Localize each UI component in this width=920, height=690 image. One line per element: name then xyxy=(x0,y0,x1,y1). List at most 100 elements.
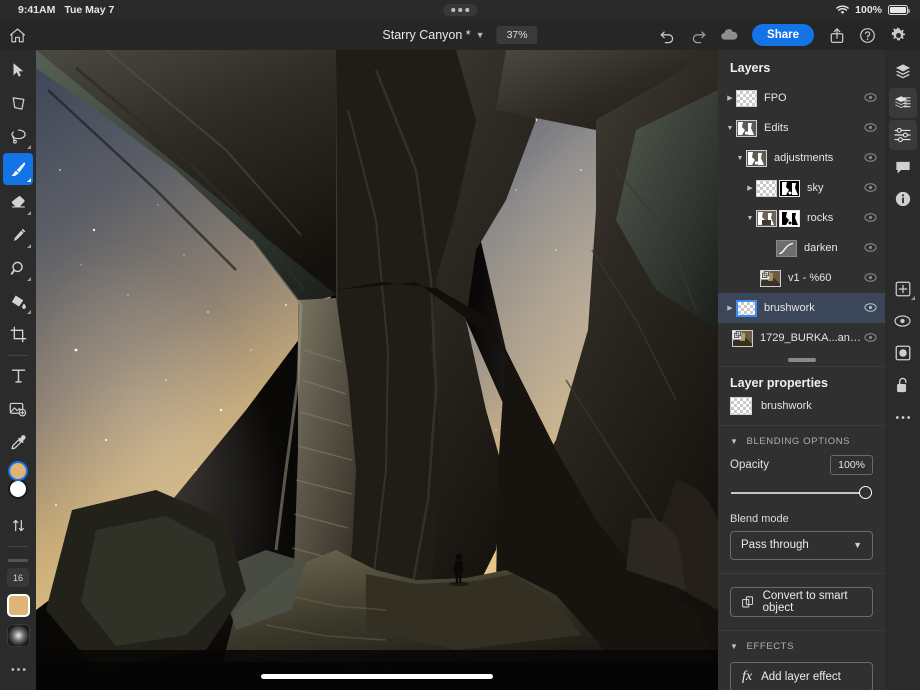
background-color-swatch[interactable] xyxy=(8,479,28,499)
eyedropper-tool[interactable] xyxy=(3,426,33,458)
blending-options-header[interactable]: ▼ BLENDING OPTIONS xyxy=(718,426,885,455)
effects-header[interactable]: ▼ EFFECTS xyxy=(718,631,885,660)
document-title-group[interactable]: Starry Canyon * ▼ 37% xyxy=(382,26,537,44)
place-image-tool[interactable] xyxy=(3,393,33,425)
layer-mask-thumbnail[interactable] xyxy=(779,210,800,227)
disclosure-triangle-icon[interactable]: ▶ xyxy=(724,94,736,102)
opacity-value-field[interactable]: 100% xyxy=(830,455,873,475)
layer-thumbnail[interactable] xyxy=(756,180,777,197)
disclosure-triangle-icon[interactable]: ▼ xyxy=(724,125,736,132)
redo-button[interactable] xyxy=(685,22,712,49)
eye-icon[interactable] xyxy=(864,149,877,167)
layer-thumbnails[interactable] xyxy=(760,270,781,287)
slider-knob[interactable] xyxy=(859,486,872,499)
eraser-tool[interactable] xyxy=(3,186,33,218)
layer-thumbnails[interactable] xyxy=(756,180,800,197)
layer-row[interactable]: ▼ adjustments xyxy=(718,143,885,173)
layer-row[interactable]: ▶ sky xyxy=(718,173,885,203)
eye-icon[interactable] xyxy=(864,269,877,287)
convert-to-smart-object-button[interactable]: Convert to smart object xyxy=(730,587,873,617)
color-swatches[interactable] xyxy=(3,461,33,509)
layer-row[interactable]: v1 - %60 xyxy=(718,263,885,293)
home-indicator[interactable] xyxy=(261,674,493,679)
help-button[interactable] xyxy=(854,22,881,49)
layer-mask-thumbnail[interactable] xyxy=(779,180,800,197)
export-button[interactable] xyxy=(823,22,850,49)
toggle-visibility-button[interactable] xyxy=(889,306,917,336)
zoom-tool[interactable] xyxy=(3,252,33,284)
panel-drag-handle[interactable] xyxy=(788,358,816,362)
multitask-indicator[interactable] xyxy=(443,4,477,16)
opacity-slider[interactable] xyxy=(731,486,872,500)
layer-thumbnail[interactable] xyxy=(746,150,767,167)
eye-icon[interactable] xyxy=(864,179,877,197)
layer-thumbnail[interactable] xyxy=(736,90,757,107)
eye-icon[interactable] xyxy=(864,119,877,137)
swap-colors-button[interactable] xyxy=(3,509,33,541)
smart-object-thumbnail[interactable] xyxy=(732,330,753,347)
crop-tool[interactable] xyxy=(3,318,33,350)
image-canvas[interactable] xyxy=(36,50,718,690)
more-options-button[interactable] xyxy=(889,402,917,432)
home-button[interactable] xyxy=(0,20,34,50)
layer-row[interactable]: darken xyxy=(718,233,885,263)
layer-thumbnails[interactable] xyxy=(746,150,767,167)
foreground-color-swatch[interactable] xyxy=(8,461,28,481)
layer-row[interactable]: 1729_BURKA...anced-NR33 xyxy=(718,323,885,353)
layer-thumbnails[interactable] xyxy=(736,90,757,107)
layer-thumbnails[interactable] xyxy=(736,120,757,137)
move-tool[interactable] xyxy=(3,54,33,86)
adjustment-curve-thumbnail[interactable] xyxy=(776,240,797,257)
smart-object-thumbnail[interactable] xyxy=(760,270,781,287)
tool-more-options[interactable] xyxy=(3,653,33,685)
brush-size-slider[interactable] xyxy=(8,559,28,562)
eye-icon[interactable] xyxy=(864,239,877,257)
healing-brush-tool[interactable] xyxy=(3,219,33,251)
disclosure-triangle-icon[interactable]: ▼ xyxy=(744,215,756,222)
comments-button[interactable] xyxy=(889,152,917,182)
properties-panel-button[interactable] xyxy=(889,120,917,150)
eye-icon[interactable] xyxy=(864,299,877,317)
layer-row-selected[interactable]: ▶ brushwork xyxy=(718,293,885,323)
add-layer-button[interactable] xyxy=(889,274,917,304)
transform-tool[interactable] xyxy=(3,87,33,119)
eye-icon[interactable] xyxy=(864,329,877,347)
layer-thumbnail[interactable] xyxy=(756,210,777,227)
add-mask-button[interactable] xyxy=(889,338,917,368)
layer-thumbnails[interactable] xyxy=(732,330,753,347)
multitask-dots-icon[interactable] xyxy=(443,4,477,16)
chevron-down-icon[interactable]: ▼ xyxy=(730,437,739,446)
blend-mode-select[interactable]: Pass through ▼ xyxy=(730,531,873,560)
cloud-sync-button[interactable] xyxy=(716,22,743,49)
brush-preset-chip[interactable] xyxy=(7,624,30,647)
disclosure-triangle-icon[interactable]: ▶ xyxy=(724,304,736,312)
brush-size-value[interactable]: 16 xyxy=(7,568,29,587)
info-button[interactable] xyxy=(889,184,917,214)
lock-layer-button[interactable] xyxy=(889,370,917,400)
layer-thumbnail[interactable] xyxy=(736,120,757,137)
layer-thumbnails[interactable] xyxy=(736,300,757,317)
disclosure-triangle-icon[interactable]: ▶ xyxy=(744,184,756,192)
share-button[interactable]: Share xyxy=(752,24,814,46)
disclosure-triangle-icon[interactable]: ▼ xyxy=(734,155,746,162)
text-tool[interactable] xyxy=(3,360,33,392)
document-title[interactable]: Starry Canyon * xyxy=(382,28,470,42)
lasso-select-tool[interactable] xyxy=(3,120,33,152)
eye-icon[interactable] xyxy=(864,209,877,227)
layer-row[interactable]: ▼ Edits xyxy=(718,113,885,143)
brush-tool[interactable] xyxy=(3,153,33,185)
settings-button[interactable] xyxy=(885,22,912,49)
chevron-down-icon[interactable]: ▼ xyxy=(730,642,739,651)
chevron-down-icon[interactable]: ▼ xyxy=(476,30,485,40)
zoom-level-badge[interactable]: 37% xyxy=(497,26,538,44)
add-layer-effect-button[interactable]: fx Add layer effect xyxy=(730,662,873,690)
undo-button[interactable] xyxy=(654,22,681,49)
layer-thumbnails[interactable] xyxy=(776,240,797,257)
fill-tool[interactable] xyxy=(3,285,33,317)
active-color-chip[interactable] xyxy=(7,594,30,617)
eye-icon[interactable] xyxy=(864,89,877,107)
layer-row[interactable]: ▶ FPO xyxy=(718,83,885,113)
layer-thumbnails[interactable] xyxy=(756,210,800,227)
layer-thumbnail[interactable] xyxy=(736,300,757,317)
layer-row[interactable]: ▼ rocks xyxy=(718,203,885,233)
